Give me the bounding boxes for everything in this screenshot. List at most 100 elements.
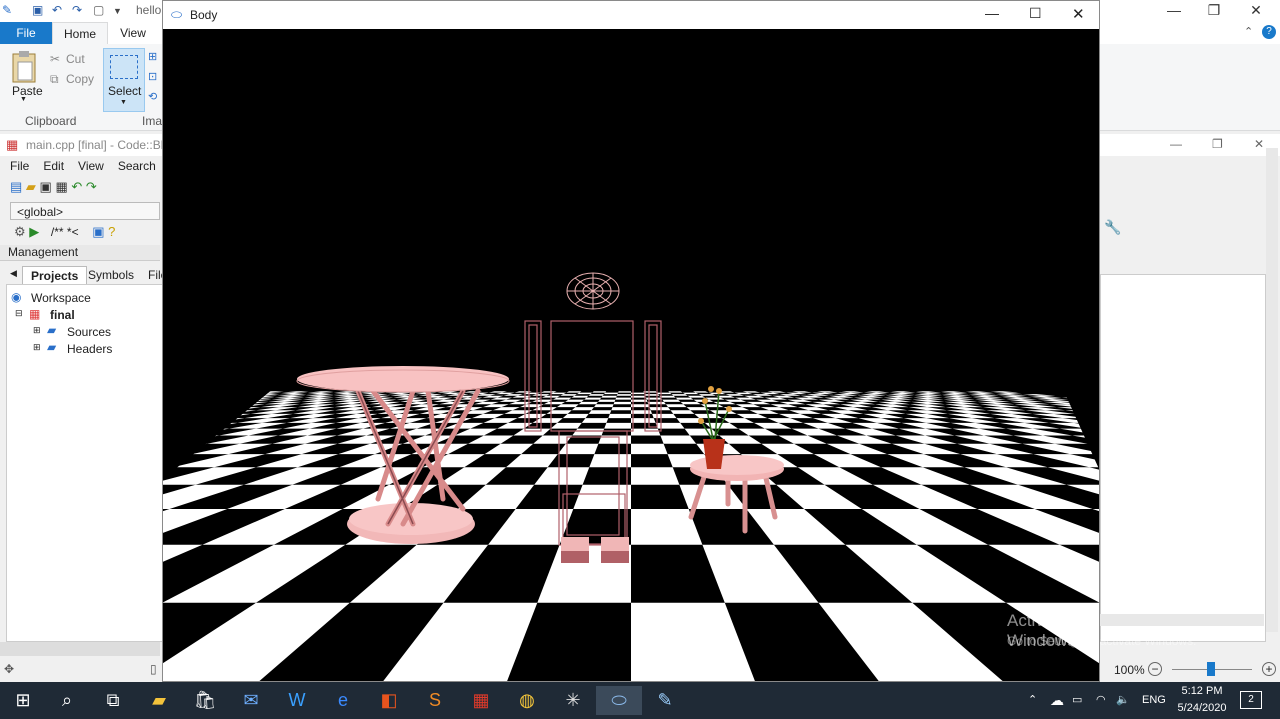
help-icon[interactable]: ?: [1262, 25, 1276, 39]
opengl-taskbar-icon[interactable]: ✳: [550, 686, 596, 715]
paste-icon[interactable]: [10, 50, 40, 84]
cut-icon: ✂: [50, 52, 61, 66]
body-maximize-button[interactable]: ☐: [1029, 5, 1042, 22]
floor-tile: [598, 399, 616, 402]
tab-projects[interactable]: Projects: [22, 266, 88, 286]
floor-tile: [163, 467, 256, 485]
floor-tile: [803, 422, 846, 429]
body-minimize-button[interactable]: —: [985, 5, 999, 21]
redo-icon[interactable]: ↷: [72, 3, 82, 17]
wrench-icon[interactable]: 🔧: [1104, 219, 1121, 236]
copy-button[interactable]: Copy: [66, 72, 94, 86]
chrome-icon[interactable]: ◍: [504, 686, 550, 715]
zoom-slider-thumb[interactable]: [1207, 662, 1215, 676]
body-close-button[interactable]: ✕: [1072, 5, 1085, 23]
tab-home[interactable]: Home: [52, 22, 108, 44]
search-icon[interactable]: ⌕: [44, 686, 90, 715]
notification-icon[interactable]: 2: [1240, 691, 1262, 709]
task-view-icon[interactable]: ⧉: [90, 686, 136, 715]
zoom-in-button[interactable]: +: [1262, 662, 1276, 676]
start-button[interactable]: ⊞: [0, 686, 46, 715]
horizontal-scrollbar[interactable]: [1100, 614, 1264, 626]
codeblocks-taskbar-icon[interactable]: ▦: [458, 686, 504, 715]
doc-icon[interactable]: ▣: [92, 224, 104, 239]
scope-combo[interactable]: <global>: [10, 202, 160, 220]
floor-tile: [972, 397, 1006, 400]
mail-icon[interactable]: ✉: [228, 686, 274, 715]
body-taskbar-icon[interactable]: ⬭: [596, 686, 642, 715]
qat-dropdown-icon[interactable]: ▼: [113, 6, 122, 16]
paste-label[interactable]: Paste: [12, 84, 43, 98]
management-label: Management: [0, 245, 160, 261]
tree-headers[interactable]: Headers: [67, 342, 112, 356]
save-icon[interactable]: ▣: [32, 3, 43, 17]
app-w-icon[interactable]: W: [274, 686, 320, 715]
edge-icon[interactable]: e: [320, 686, 366, 715]
build-icon[interactable]: ⚙: [14, 224, 26, 239]
onedrive-icon[interactable]: ☁: [1050, 682, 1064, 719]
volume-icon[interactable]: 🔈: [1116, 682, 1130, 719]
resize-icon[interactable]: ⊡: [148, 70, 157, 83]
tab-file[interactable]: File: [0, 22, 52, 44]
paste-dropdown-icon[interactable]: ▼: [20, 96, 27, 103]
paint-taskbar-icon[interactable]: ✎: [642, 686, 688, 715]
help-cb-icon[interactable]: ?: [108, 224, 115, 239]
cut-button[interactable]: Cut: [66, 52, 85, 66]
cb-minimize-button[interactable]: —: [1170, 137, 1182, 151]
clock-time[interactable]: 5:12 PM: [1176, 685, 1228, 697]
vertical-scrollbar[interactable]: [1266, 148, 1278, 632]
floor-tile: [957, 443, 1034, 455]
undo-cb-icon[interactable]: ↶: [71, 179, 82, 194]
body-title: Body: [190, 8, 218, 22]
menu-edit[interactable]: Edit: [43, 159, 64, 173]
office-icon[interactable]: ◧: [366, 686, 412, 715]
tab-scroll-left-icon[interactable]: ◀: [10, 268, 17, 279]
crop-icon[interactable]: ⊞: [148, 50, 157, 63]
floor-tile: [468, 435, 514, 444]
menu-search[interactable]: Search: [118, 159, 156, 173]
expand-headers-icon[interactable]: ⊞: [33, 342, 41, 353]
language-indicator[interactable]: ENG: [1142, 682, 1166, 719]
tab-view[interactable]: View: [108, 22, 158, 44]
new-icon[interactable]: ▤: [10, 179, 22, 194]
file-explorer-icon[interactable]: ▰: [136, 686, 182, 715]
floor-tile: [393, 395, 419, 398]
tree-workspace[interactable]: Workspace: [31, 291, 91, 305]
opengl-canvas[interactable]: Activate Windows Go to Settings to activ…: [163, 29, 1196, 681]
store-icon[interactable]: 🛍: [182, 686, 228, 715]
clock-date[interactable]: 5/24/2020: [1172, 702, 1232, 714]
undo-icon[interactable]: ↶: [52, 3, 62, 17]
tab-symbols[interactable]: Symbols: [88, 268, 134, 282]
select-button[interactable]: Select ▼: [103, 48, 145, 112]
floor-tile: [679, 484, 747, 509]
cb-close-button[interactable]: ✕: [1254, 137, 1264, 151]
open-icon[interactable]: ▰: [26, 179, 36, 194]
tree-sources[interactable]: Sources: [67, 325, 111, 339]
new-file-icon[interactable]: ▢: [93, 3, 104, 17]
restore-button[interactable]: ❐: [1192, 2, 1236, 22]
floor-tile: [840, 404, 872, 408]
comment-button[interactable]: /** *<: [51, 225, 79, 239]
ribbon-collapse-icon[interactable]: ⌃: [1244, 25, 1253, 38]
floor-tile: [833, 394, 858, 396]
menu-view[interactable]: View: [78, 159, 104, 173]
zoom-out-button[interactable]: −: [1148, 662, 1162, 676]
tree-project[interactable]: final: [50, 308, 75, 322]
tray-overflow-icon[interactable]: ⌃: [1028, 682, 1037, 719]
expand-sources-icon[interactable]: ⊞: [33, 325, 41, 336]
menu-file[interactable]: File: [10, 159, 29, 173]
rotate-icon[interactable]: ⟲: [148, 90, 157, 103]
close-button[interactable]: ✕: [1234, 2, 1278, 22]
floor-tile: [675, 397, 694, 400]
redo-cb-icon[interactable]: ↷: [86, 179, 97, 194]
save-all-icon[interactable]: ▦: [55, 179, 67, 194]
save-file-icon[interactable]: ▣: [40, 179, 52, 194]
battery-icon[interactable]: ▭: [1072, 682, 1082, 719]
minimize-button[interactable]: —: [1152, 2, 1196, 22]
sublime-icon[interactable]: S: [412, 686, 458, 715]
wifi-icon[interactable]: ◠: [1096, 682, 1106, 719]
cb-restore-button[interactable]: ❐: [1212, 137, 1223, 151]
collapse-icon[interactable]: ⊟: [15, 308, 23, 319]
log-scrollbar[interactable]: [0, 642, 160, 656]
run-icon[interactable]: ▶: [29, 224, 39, 239]
